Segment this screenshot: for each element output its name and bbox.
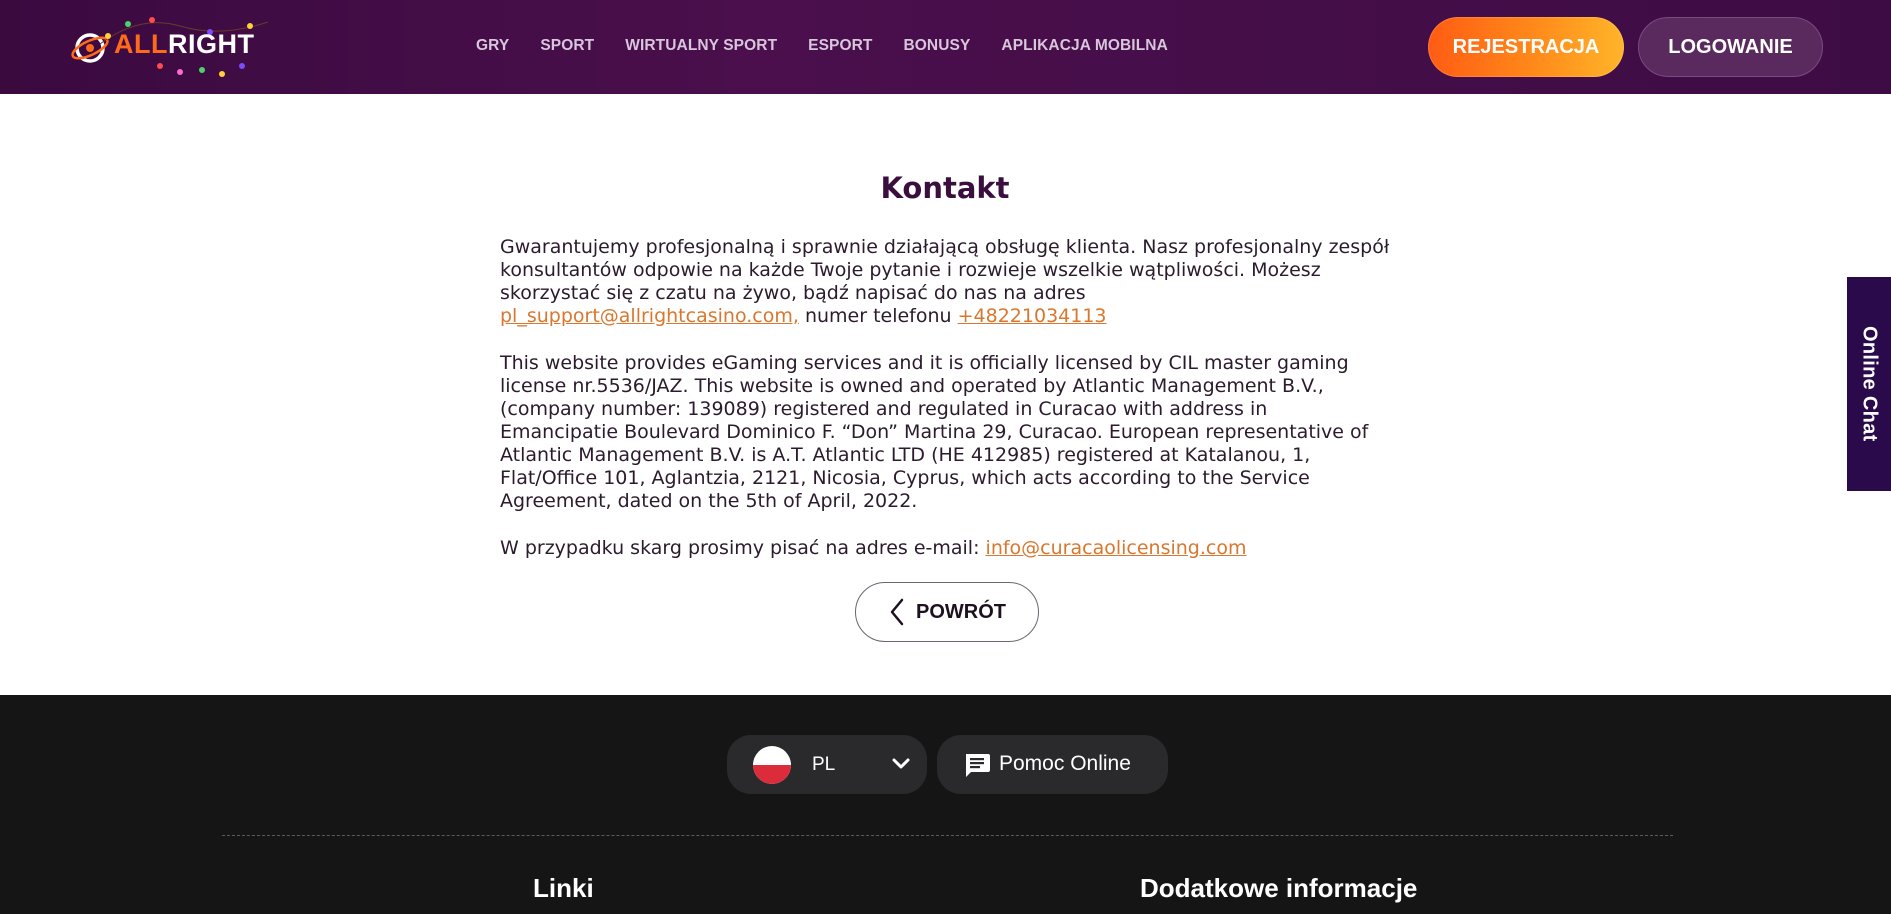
- contact-content: Kontakt Gwarantujemy profesjonalną i spr…: [500, 168, 1390, 584]
- online-chat-tab[interactable]: Online Chat: [1847, 277, 1891, 491]
- support-email-link[interactable]: pl_support@allrightcasino.com,: [500, 305, 799, 327]
- chevron-left-icon: [890, 598, 904, 626]
- support-paragraph: Gwarantujemy profesjonalną i sprawnie dz…: [500, 236, 1390, 328]
- nav-wirtualny-sport[interactable]: WIRTUALNY SPORT: [625, 36, 777, 56]
- back-button[interactable]: POWRÓT: [855, 582, 1039, 642]
- complaints-email-link[interactable]: info@curacaolicensing.com: [986, 537, 1247, 559]
- nav-esport[interactable]: ESPORT: [808, 36, 872, 56]
- complaints-paragraph: W przypadku skarg prosimy pisać na adres…: [500, 537, 1390, 560]
- support-text: Gwarantujemy profesjonalną i sprawnie dz…: [500, 236, 1390, 304]
- online-chat-label: Online Chat: [1858, 326, 1881, 442]
- help-online-label: Pomoc Online: [999, 752, 1131, 775]
- language-label: PL: [812, 754, 836, 775]
- language-selector[interactable]: PL: [727, 735, 927, 794]
- chat-bubble-icon: [966, 754, 990, 777]
- nav-gry[interactable]: GRY: [476, 36, 509, 56]
- nav-aplikacja-mobilna[interactable]: APLIKACJA MOBILNA: [1001, 36, 1167, 56]
- main-nav: GRY SPORT WIRTUALNY SPORT ESPORT BONUSY …: [476, 36, 1199, 56]
- logo-text: ALLRIGHT: [114, 28, 254, 60]
- nav-sport[interactable]: SPORT: [540, 36, 594, 56]
- chevron-down-icon: [892, 758, 910, 769]
- top-header: ALLRIGHT GRY SPORT WIRTUALNY SPORT ESPOR…: [0, 0, 1891, 94]
- login-button[interactable]: LOGOWANIE: [1638, 17, 1823, 77]
- nav-bonusy[interactable]: BONUSY: [903, 36, 970, 56]
- license-paragraph: This website provides eGaming services a…: [500, 352, 1369, 512]
- logo-text-right: RIGHT: [167, 29, 255, 59]
- poland-flag-icon: [753, 746, 791, 784]
- register-button[interactable]: REJESTRACJA: [1428, 17, 1624, 77]
- allright-logo[interactable]: ALLRIGHT: [70, 14, 269, 80]
- phone-link[interactable]: +48221034113: [958, 305, 1107, 327]
- back-button-label: POWRÓT: [916, 600, 1006, 623]
- help-online-button[interactable]: Pomoc Online: [937, 735, 1168, 794]
- logo-text-all: ALL: [114, 29, 168, 59]
- footer: PL Pomoc Online Linki Dodatkowe informac…: [0, 695, 1891, 914]
- footer-additional-info-heading: Dodatkowe informacje: [1140, 873, 1418, 903]
- footer-divider: [222, 835, 1673, 836]
- page-title: Kontakt: [880, 171, 1010, 205]
- footer-links-heading: Linki: [533, 873, 594, 903]
- complaints-text: W przypadku skarg prosimy pisać na adres…: [500, 537, 980, 559]
- phone-prefix: numer telefonu: [804, 305, 952, 327]
